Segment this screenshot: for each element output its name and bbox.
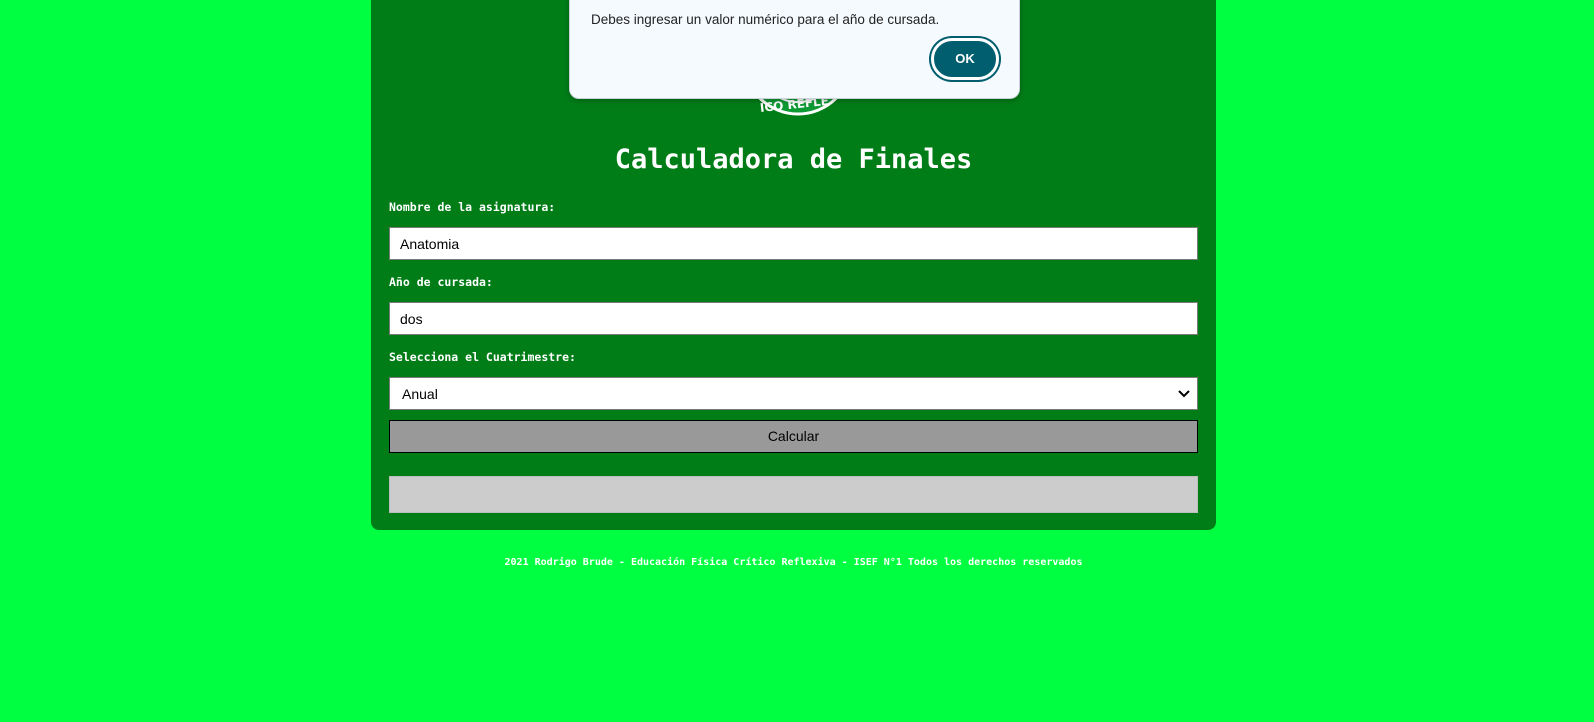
term-select-value: Anual xyxy=(402,386,438,402)
chevron-down-icon xyxy=(1177,386,1191,400)
term-select[interactable]: Anual xyxy=(389,377,1198,410)
page-title: Calculadora de Finales xyxy=(614,144,973,175)
footer-text: 2021 Rodrigo Brude - Educación Física Cr… xyxy=(504,557,1083,568)
subject-label: Nombre de la asignatura: xyxy=(389,200,556,214)
term-label: Selecciona el Cuatrimestre: xyxy=(389,350,576,364)
subject-input[interactable] xyxy=(389,227,1198,260)
alert-dialog: Debes ingresar un valor numérico para el… xyxy=(569,0,1020,99)
ok-button[interactable]: OK xyxy=(931,38,999,80)
dialog-message: Debes ingresar un valor numérico para el… xyxy=(591,12,940,27)
year-input[interactable] xyxy=(389,302,1198,335)
year-label: Año de cursada: xyxy=(389,275,493,289)
calculate-button[interactable]: Calcular xyxy=(389,420,1198,453)
result-box xyxy=(389,476,1198,513)
